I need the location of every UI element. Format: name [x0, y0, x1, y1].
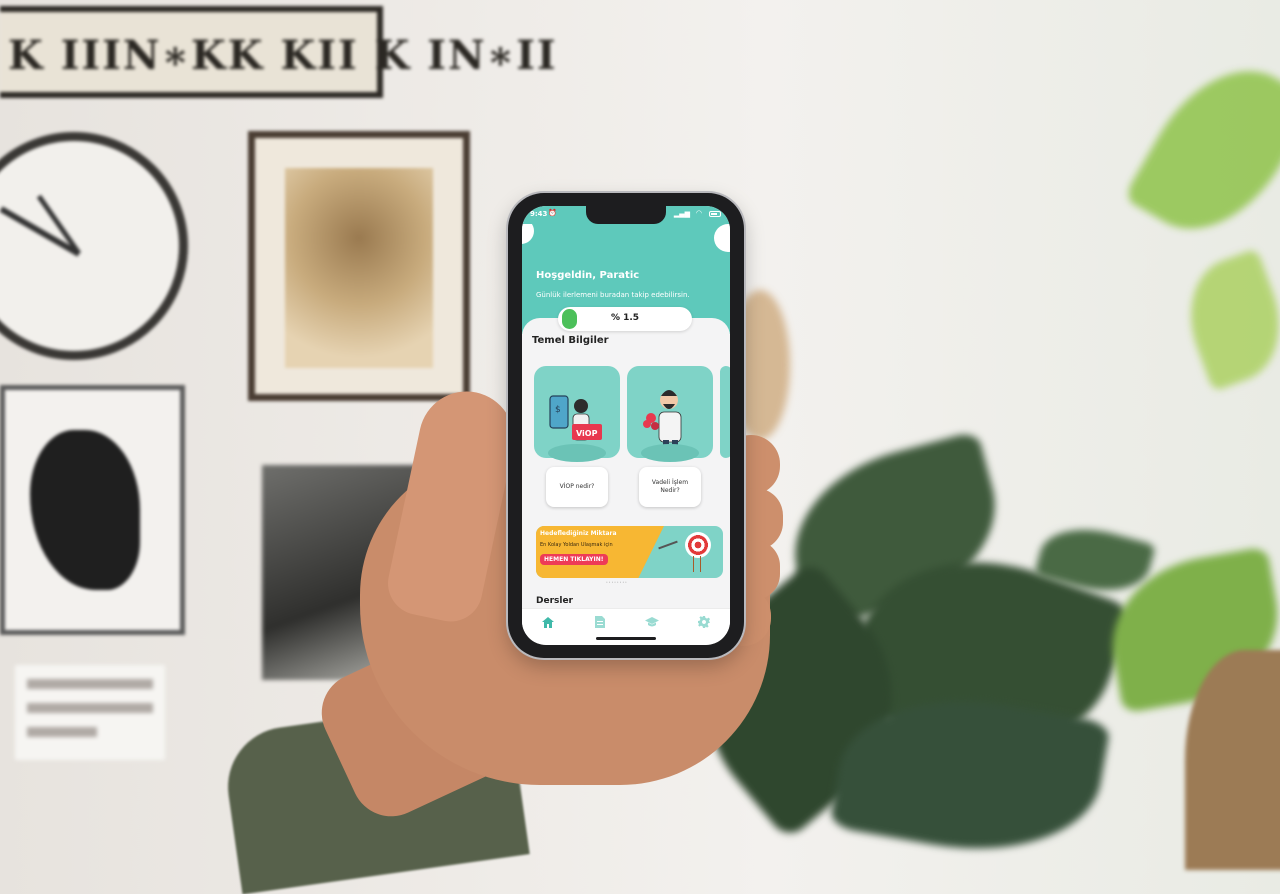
decor-circle — [714, 224, 730, 252]
greeting-subtitle: Günlük ilerlemeni buradan takip edebilir… — [536, 291, 690, 299]
svg-text:$: $ — [555, 405, 561, 415]
alarm-icon: ⏰ — [548, 209, 557, 217]
card-caption: Vadeli İşlem Nedir? — [639, 467, 701, 507]
viop-illustration: $ ViOP — [549, 395, 602, 441]
nav-settings[interactable] — [691, 612, 717, 632]
section-title-lessons: Dersler — [536, 596, 573, 606]
document-icon — [595, 616, 605, 628]
plant-leaf — [1123, 42, 1280, 258]
viop-sign-text: ViOP — [576, 429, 598, 438]
lesson-card-futures[interactable]: Vadeli İşlem Nedir? — [627, 366, 713, 508]
banner-subline: En Kolay Yoldan Ulaşmak için — [540, 542, 613, 548]
futures-illustration — [643, 390, 682, 452]
promo-banner[interactable]: Hedeflediğiniz Miktara En Kolay Yoldan U… — [536, 526, 723, 578]
card-caption: VİOP nedir? — [546, 467, 608, 507]
banner-cta-button[interactable]: HEMEN TIKLAYIN! — [540, 554, 608, 565]
target-stand — [693, 556, 701, 572]
graduation-cap-icon — [645, 617, 659, 627]
nav-courses[interactable] — [639, 612, 665, 632]
content-panel: Temel Bilgiler $ ViOP VİOP nedir? Vadeli… — [522, 318, 730, 608]
abstract-print — [0, 385, 185, 635]
smartphone: 9:43 ⏰ ▂▄▆ ◠ Hoşgeldin, Paratic Günlük i… — [508, 193, 744, 658]
wall-sign: K IIIN∗KK KII K IN∗II — [0, 6, 556, 98]
ad-dots: • • • • • • • • — [606, 580, 627, 584]
banner-headline: Hedeflediğiniz Miktara — [540, 530, 617, 537]
phone-notch — [586, 206, 666, 224]
home-icon — [542, 616, 554, 628]
wall-clock — [0, 132, 188, 360]
battery-icon — [709, 211, 721, 217]
dart-icon — [658, 540, 678, 550]
signal-icon: ▂▄▆ — [673, 210, 690, 218]
nav-home[interactable] — [535, 612, 561, 632]
lesson-card-partial[interactable] — [720, 366, 730, 508]
small-sign — [15, 665, 165, 760]
plant-leaf — [1172, 248, 1280, 392]
app-screen: 9:43 ⏰ ▂▄▆ ◠ Hoşgeldin, Paratic Günlük i… — [522, 206, 730, 645]
status-time: 9:43 — [530, 210, 548, 218]
greeting-title: Hoşgeldin, Paratic — [536, 270, 640, 281]
card-illustration — [720, 366, 730, 458]
card-illustration: $ ViOP — [534, 366, 620, 462]
home-indicator[interactable] — [596, 637, 656, 640]
section-title-basics: Temel Bilgiler — [532, 335, 609, 346]
nav-documents[interactable] — [587, 612, 613, 632]
gear-icon — [698, 616, 710, 628]
progress-percent: % 1.5 — [610, 313, 640, 323]
bottom-nav — [522, 608, 730, 635]
lesson-card-viop[interactable]: $ ViOP VİOP nedir? — [534, 366, 620, 508]
sunflower-painting — [248, 131, 470, 401]
card-illustration — [627, 366, 713, 462]
wifi-icon: ◠ — [695, 209, 702, 217]
daily-progress-bar: % 1.5 — [558, 307, 692, 331]
target-icon — [685, 532, 711, 558]
